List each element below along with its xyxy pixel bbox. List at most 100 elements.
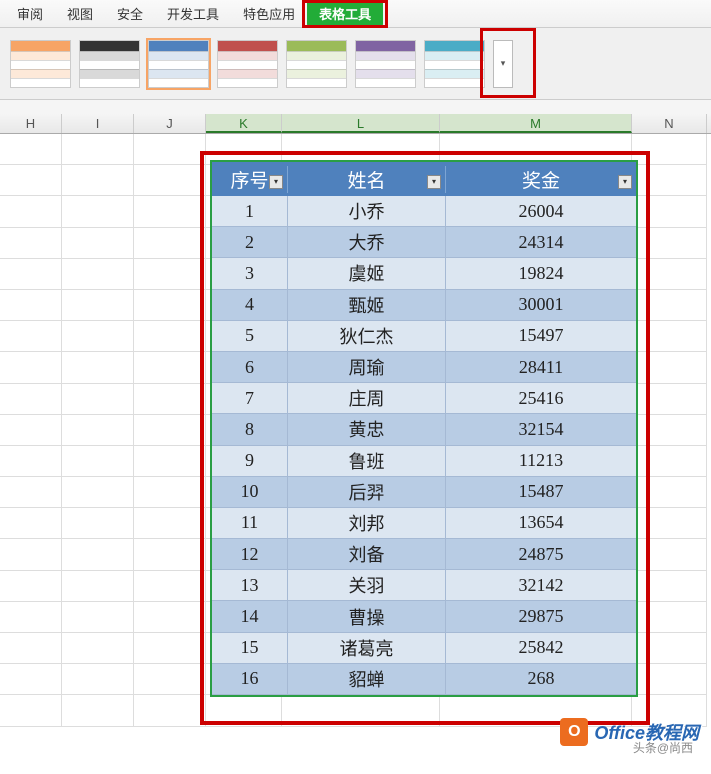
grid-cell[interactable] [0, 477, 62, 508]
col-header-n[interactable]: N [632, 114, 707, 133]
grid-cell[interactable] [0, 446, 62, 477]
grid-cell[interactable] [0, 415, 62, 446]
grid-cell[interactable] [134, 571, 206, 602]
table-row[interactable]: 2大乔24314 [212, 227, 636, 258]
grid-cell[interactable] [282, 695, 440, 726]
grid-cell[interactable] [632, 664, 707, 695]
table-style-green[interactable] [286, 40, 347, 88]
grid-cell[interactable] [632, 633, 707, 664]
cell-bonus[interactable]: 15487 [446, 477, 636, 508]
grid-cell[interactable] [134, 477, 206, 508]
grid-cell[interactable] [0, 664, 62, 695]
cell-name[interactable]: 虞姬 [288, 258, 446, 289]
grid-cell[interactable] [62, 695, 134, 726]
cell-seq[interactable]: 15 [212, 633, 288, 664]
table-row[interactable]: 8黄忠32154 [212, 414, 636, 445]
grid-cell[interactable] [62, 415, 134, 446]
grid-cell[interactable] [0, 602, 62, 633]
table-row[interactable]: 7庄周25416 [212, 383, 636, 414]
cell-name[interactable]: 大乔 [288, 227, 446, 258]
filter-bonus-icon[interactable]: ▾ [618, 175, 632, 189]
grid-cell[interactable] [0, 508, 62, 539]
cell-bonus[interactable]: 25416 [446, 383, 636, 414]
col-header-k[interactable]: K [206, 114, 282, 133]
cell-bonus[interactable]: 32142 [446, 570, 636, 601]
grid-cell[interactable] [0, 571, 62, 602]
grid-cell[interactable] [134, 165, 206, 196]
cell-seq[interactable]: 16 [212, 664, 288, 695]
grid-cell[interactable] [62, 134, 134, 165]
grid-cell[interactable] [0, 259, 62, 290]
col-header-j[interactable]: J [134, 114, 206, 133]
grid-cell[interactable] [134, 196, 206, 227]
table-row[interactable]: 12刘备24875 [212, 539, 636, 570]
cell-seq[interactable]: 5 [212, 321, 288, 352]
table-row[interactable]: 10后羿15487 [212, 477, 636, 508]
grid-cell[interactable] [134, 228, 206, 259]
grid-cell[interactable] [0, 134, 62, 165]
grid-cell[interactable] [134, 290, 206, 321]
grid-cell[interactable] [134, 633, 206, 664]
cell-seq[interactable]: 13 [212, 570, 288, 601]
grid-cell[interactable] [62, 633, 134, 664]
grid-cell[interactable] [62, 508, 134, 539]
cell-name[interactable]: 刘邦 [288, 508, 446, 539]
cell-name[interactable]: 貂蝉 [288, 664, 446, 695]
col-header-m[interactable]: M [440, 114, 632, 133]
cell-seq[interactable]: 3 [212, 258, 288, 289]
cell-seq[interactable]: 1 [212, 196, 288, 227]
cell-name[interactable]: 刘备 [288, 539, 446, 570]
cell-bonus[interactable]: 24875 [446, 539, 636, 570]
grid-cell[interactable] [62, 290, 134, 321]
style-more-button[interactable]: ▾ [493, 40, 513, 88]
table-row[interactable]: 1小乔26004 [212, 196, 636, 227]
cell-seq[interactable]: 2 [212, 227, 288, 258]
cell-name[interactable]: 后羿 [288, 477, 446, 508]
grid-cell[interactable] [62, 446, 134, 477]
table-row[interactable]: 14曹操29875 [212, 601, 636, 632]
grid-cell[interactable] [0, 384, 62, 415]
table-row[interactable]: 16貂蝉268 [212, 664, 636, 695]
cell-bonus[interactable]: 15497 [446, 321, 636, 352]
grid-cell[interactable] [632, 508, 707, 539]
cell-seq[interactable]: 9 [212, 446, 288, 477]
cell-bonus[interactable]: 268 [446, 664, 636, 695]
cell-seq[interactable]: 14 [212, 601, 288, 632]
grid-cell[interactable] [62, 321, 134, 352]
cell-name[interactable]: 狄仁杰 [288, 321, 446, 352]
table-row[interactable]: 11刘邦13654 [212, 508, 636, 539]
cell-seq[interactable]: 6 [212, 352, 288, 383]
grid-cell[interactable] [632, 602, 707, 633]
cell-name[interactable]: 小乔 [288, 196, 446, 227]
grid-cell[interactable] [62, 664, 134, 695]
grid-cell[interactable] [632, 196, 707, 227]
cell-name[interactable]: 甄姬 [288, 290, 446, 321]
table-row[interactable]: 15诸葛亮25842 [212, 633, 636, 664]
grid-cell[interactable] [0, 228, 62, 259]
grid-cell[interactable] [134, 602, 206, 633]
table-row[interactable]: 4甄姬30001 [212, 290, 636, 321]
cell-bonus[interactable]: 26004 [446, 196, 636, 227]
cell-name[interactable]: 关羽 [288, 570, 446, 601]
cell-name[interactable]: 鲁班 [288, 446, 446, 477]
menu-security[interactable]: 安全 [105, 0, 155, 27]
filter-seq-icon[interactable]: ▾ [269, 175, 283, 189]
table-style-orange[interactable] [10, 40, 71, 88]
cell-seq[interactable]: 12 [212, 539, 288, 570]
cell-name[interactable]: 周瑜 [288, 352, 446, 383]
grid-cell[interactable] [62, 539, 134, 570]
grid-cell[interactable] [134, 508, 206, 539]
menu-view[interactable]: 视图 [55, 0, 105, 27]
grid-cell[interactable] [632, 321, 707, 352]
menu-review[interactable]: 审阅 [5, 0, 55, 27]
table-row[interactable]: 3虞姬19824 [212, 258, 636, 289]
grid-cell[interactable] [632, 352, 707, 383]
grid-cell[interactable] [62, 602, 134, 633]
cell-bonus[interactable]: 13654 [446, 508, 636, 539]
menu-special[interactable]: 特色应用 [231, 0, 307, 27]
grid-cell[interactable] [134, 539, 206, 570]
table-row[interactable]: 5狄仁杰15497 [212, 321, 636, 352]
grid-cell[interactable] [632, 477, 707, 508]
table-style-blue[interactable] [148, 40, 209, 88]
grid-cell[interactable] [0, 321, 62, 352]
